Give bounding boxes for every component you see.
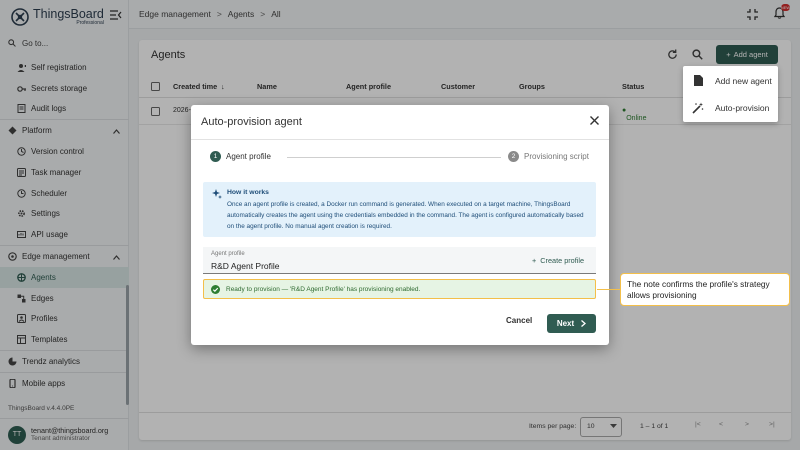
info-box: How it works Once an agent profile is cr… [203, 182, 596, 237]
annotation-callout: The note confirms the profile's strategy… [620, 273, 790, 306]
callout-connector [597, 289, 620, 290]
step-provisioning-script[interactable]: 2 Provisioning script [508, 151, 589, 162]
file-icon [692, 75, 704, 86]
menu-item-auto-provision[interactable]: Auto-provision [683, 95, 778, 120]
sparkle-icon [212, 189, 222, 201]
field-label: Agent profile [211, 251, 245, 257]
dialog-title: Auto-provision agent [201, 116, 302, 128]
info-text: Once an agent profile is created, a Dock… [227, 201, 584, 230]
next-button[interactable]: Next [547, 314, 596, 333]
step-label: Agent profile [226, 152, 271, 161]
step-agent-profile[interactable]: 1 Agent profile [210, 151, 271, 162]
cancel-button[interactable]: Cancel [506, 316, 532, 325]
add-agent-menu: Add new agent Auto-provision [683, 66, 778, 122]
plus-icon: + [532, 256, 537, 265]
provisioning-status-note: Ready to provision — 'R&D Agent Profile'… [203, 279, 596, 299]
close-icon[interactable] [590, 116, 599, 127]
agent-profile-field[interactable]: Agent profile R&D Agent Profile + Create… [203, 247, 596, 274]
note-text: Ready to provision — 'R&D Agent Profile'… [226, 285, 421, 293]
stepper-line [287, 157, 501, 158]
step-number: 1 [210, 151, 221, 162]
create-profile-button[interactable]: + Create profile [532, 256, 584, 265]
menu-item-add-new-agent[interactable]: Add new agent [683, 68, 778, 93]
menu-item-label: Auto-provision [715, 102, 770, 113]
magic-wand-icon [692, 102, 704, 114]
divider [191, 139, 609, 140]
menu-item-label: Add new agent [715, 75, 772, 86]
agent-profile-value[interactable]: R&D Agent Profile [211, 261, 280, 271]
step-number: 2 [508, 151, 519, 162]
create-profile-label: Create profile [540, 256, 585, 265]
step-label: Provisioning script [524, 152, 589, 161]
check-circle-icon [211, 284, 220, 294]
auto-provision-dialog: Auto-provision agent 1 Agent profile 2 P… [191, 105, 609, 345]
info-title: How it works [227, 189, 269, 196]
next-label: Next [556, 319, 575, 328]
chevron-right-icon [581, 320, 587, 327]
